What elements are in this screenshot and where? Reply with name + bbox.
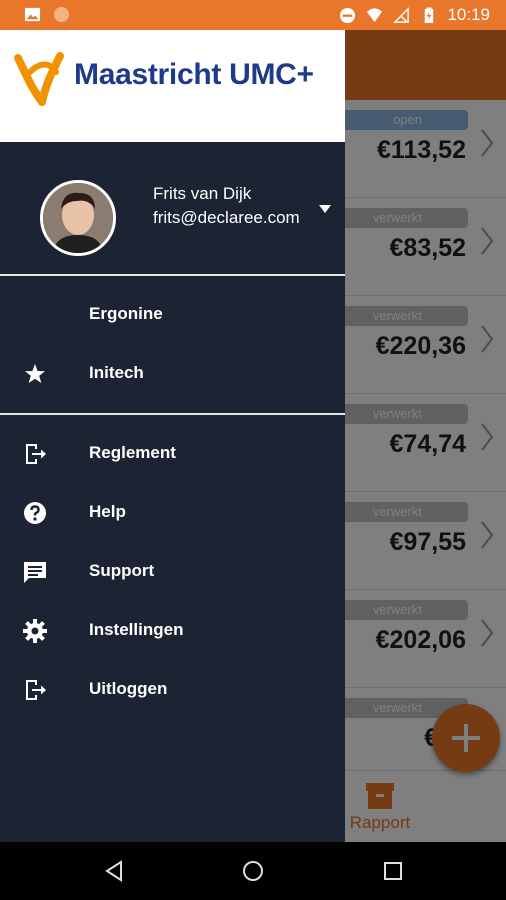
divider [0, 413, 345, 415]
navigation-drawer: Maastricht UMC+ Frits van Dijk frits@dec… [0, 30, 345, 842]
user-email: frits@declaree.com [153, 208, 300, 227]
avatar-portrait-icon [43, 183, 113, 253]
menu-item-reglement[interactable]: Reglement [0, 425, 345, 481]
chat-icon [24, 562, 46, 583]
status-bar: 10:19 [0, 0, 506, 30]
exit-icon [26, 444, 46, 464]
account-label: Initech [89, 363, 144, 382]
menu-label: Help [89, 502, 126, 521]
avatar [40, 180, 116, 256]
menu-label: Reglement [89, 443, 176, 462]
circle-notification-icon [53, 6, 70, 23]
menu-label: Instellingen [89, 620, 184, 639]
do-not-disturb-icon [340, 7, 356, 23]
menu-item-uitloggen[interactable]: Uitloggen [0, 661, 345, 717]
system-navigation-bar [0, 842, 506, 900]
user-profile[interactable]: Frits van Dijk frits@declaree.com [0, 142, 345, 274]
menu-item-instellingen[interactable]: Instellingen [0, 602, 345, 658]
battery-charging-icon [425, 6, 434, 23]
account-item-initech[interactable]: Initech [0, 345, 345, 401]
back-icon[interactable] [102, 859, 126, 883]
home-icon[interactable] [241, 859, 265, 883]
maastricht-umc-logo-icon [14, 52, 64, 106]
menu-label: Support [89, 561, 155, 580]
brand-header: Maastricht UMC+ [0, 30, 345, 142]
no-signal-icon [393, 6, 410, 23]
user-name: Frits van Dijk [153, 184, 252, 203]
dropdown-arrow-icon[interactable] [318, 204, 332, 214]
menu-label: Uitloggen [89, 679, 168, 698]
image-notification-icon [24, 7, 41, 22]
help-icon [24, 502, 46, 524]
divider [0, 274, 345, 276]
brand-name: Maastricht UMC+ [74, 58, 314, 91]
account-item-ergonine[interactable]: Ergonine [0, 286, 345, 342]
recents-icon[interactable] [381, 859, 405, 883]
wifi-icon [367, 7, 383, 22]
menu-item-support[interactable]: Support [0, 543, 345, 599]
account-label: Ergonine [89, 304, 163, 323]
gear-icon [23, 619, 47, 643]
logout-icon [26, 680, 46, 700]
menu-item-help[interactable]: Help [0, 484, 345, 540]
star-icon [25, 364, 45, 383]
status-time: 10:19 [447, 5, 490, 24]
